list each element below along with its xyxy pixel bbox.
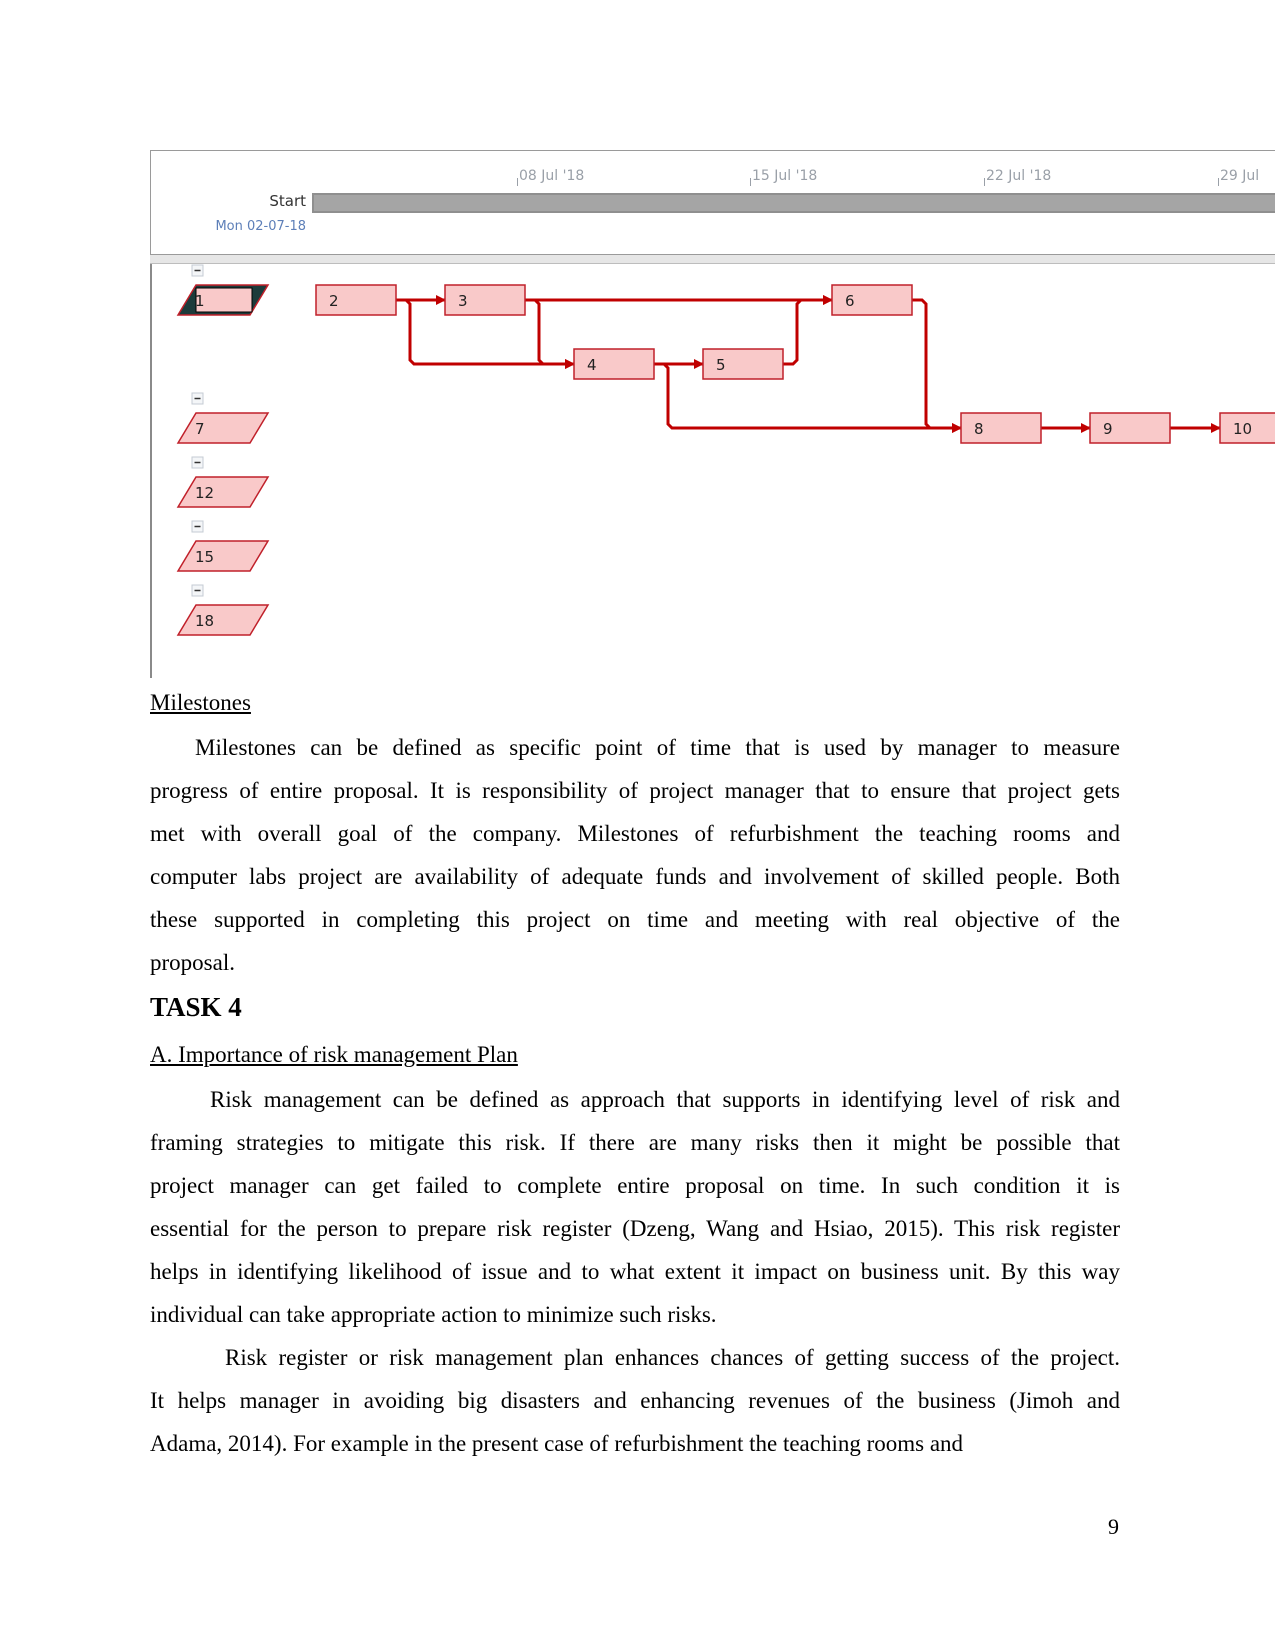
text-line: these supported in completing this proje… [150,907,1120,932]
task-node-6[interactable]: 6 [831,284,913,316]
collapse-toggle[interactable] [191,520,204,533]
page-number: 9 [1108,1514,1119,1539]
node-label: 7 [195,420,205,438]
node-label: 10 [1233,420,1252,438]
collapse-toggle[interactable] [191,456,204,469]
text-line: Risk management can be defined as approa… [210,1087,1120,1112]
summary-node-12[interactable]: 12 [176,476,270,508]
dependency-link-4-8 [654,362,962,433]
node-label: 6 [845,292,855,310]
node-label: 12 [195,484,214,502]
node-label: 3 [458,292,468,310]
text-line: proposal. [150,950,235,975]
node-label: 5 [716,356,726,374]
task-node-2[interactable]: 2 [315,284,397,316]
node-label: 4 [587,356,597,374]
task4-heading: TASK 4 [150,992,242,1022]
node-label: 2 [329,292,339,310]
summary-node-15[interactable]: 15 [176,540,270,572]
task-node-4[interactable]: 4 [573,348,655,380]
text-line: met with overall goal of the company. Mi… [150,821,1120,846]
summary-node-7[interactable]: 7 [176,412,270,444]
dependency-link-6-8 [912,298,962,433]
network-diagram-canvas: 1 7 12 15 18 2 3 4 5 6 8 9 10 [176,264,1275,636]
dependency-link-5-6 [783,295,833,366]
text-line: Adama, 2014). For example in the present… [150,1431,964,1456]
text-line: framing strategies to mitigate this risk… [150,1130,1120,1155]
task-node-10[interactable]: 10 [1219,412,1275,444]
node-label: 18 [195,612,214,630]
risk-paragraph-1: Risk management can be defined as approa… [150,1078,1120,1336]
task-node-9[interactable]: 9 [1089,412,1171,444]
node-label: 8 [974,420,984,438]
collapse-toggle[interactable] [191,392,204,405]
dependency-link-3-4 [525,298,575,369]
text-line: essential for the person to prepare risk… [150,1216,1120,1241]
collapse-toggle[interactable] [191,264,204,277]
collapse-toggle[interactable] [191,584,204,597]
network-diagram: 08 Jul '18 15 Jul '18 22 Jul '18 29 Jul … [150,150,1275,678]
milestones-heading: Milestones [150,690,251,715]
task-node-8[interactable]: 8 [960,412,1042,444]
node-label: 15 [195,548,214,566]
text-line: Risk register or risk management plan en… [225,1345,1120,1370]
summary-node-1[interactable]: 1 [176,284,270,316]
text-line: computer labs project are availability o… [150,864,1120,889]
text-line: project manager can get failed to comple… [150,1173,1120,1198]
task-node-5[interactable]: 5 [702,348,784,380]
node-label: 1 [195,292,205,310]
summary-node-18[interactable]: 18 [176,604,270,636]
risk-paragraph-2: Risk register or risk management plan en… [150,1336,1120,1465]
milestones-paragraph: Milestones can be defined as specific po… [150,726,1120,984]
document-page: 08 Jul '18 15 Jul '18 22 Jul '18 29 Jul … [0,0,1275,1650]
risk-plan-subheading: A. Importance of risk management Plan [150,1042,518,1067]
text-line: individual can take appropriate action t… [150,1302,717,1327]
text-line: progress of entire proposal. It is respo… [150,778,1120,803]
text-line: It helps manager in avoiding big disaste… [150,1388,1120,1413]
task-node-3[interactable]: 3 [444,284,526,316]
text-line: helps in identifying likelihood of issue… [150,1259,1120,1284]
text-line: Milestones can be defined as specific po… [195,735,1120,760]
node-label: 9 [1103,420,1113,438]
